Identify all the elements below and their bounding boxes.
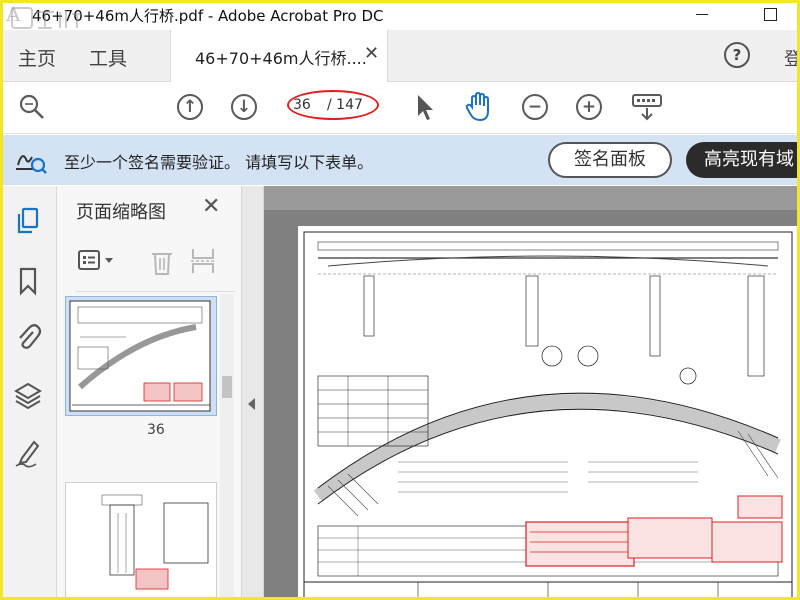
minimize-button[interactable] <box>688 2 716 26</box>
document-view[interactable] <box>264 186 800 600</box>
scrollbar-thumb[interactable] <box>222 376 232 398</box>
thumbnail-page-number: 36 <box>147 422 165 438</box>
navigation-rail <box>0 186 57 600</box>
page-gap <box>264 186 800 210</box>
attachment-icon[interactable] <box>14 322 42 352</box>
page-down-icon[interactable]: ↓ <box>231 94 257 120</box>
signature-panel-button[interactable]: 签名面板 <box>548 142 672 178</box>
signature-verify-icon <box>16 155 47 174</box>
title-bar: A 46+70+46m人行桥.pdf - Adobe Acrobat Pro D… <box>0 0 800 30</box>
collapse-panel-handle[interactable] <box>242 186 264 600</box>
watermark-image <box>11 7 82 29</box>
thumbnail-list: 36 <box>57 296 242 600</box>
tab-home[interactable]: 主页 <box>18 44 56 71</box>
close-panel-icon[interactable]: ✕ <box>202 194 220 219</box>
document-tab-label: 46+70+46m人行桥.... <box>195 49 367 68</box>
zoom-in-icon[interactable]: + <box>576 94 602 120</box>
tab-tools[interactable]: 工具 <box>89 44 127 71</box>
hand-tool-icon[interactable] <box>464 91 494 123</box>
thumbnail-tools <box>75 238 235 292</box>
signature-message: 至少一个签名需要验证。 请填写以下表单。 <box>64 153 374 172</box>
thumbnail-scrollbar[interactable] <box>220 294 234 600</box>
pdf-page[interactable] <box>298 226 798 600</box>
collapse-arrow-icon[interactable] <box>248 398 255 410</box>
options-menu-icon[interactable] <box>77 248 117 274</box>
thumbnail-drawing-image <box>101 494 209 590</box>
extract-page-icon[interactable] <box>189 246 217 276</box>
help-icon[interactable]: ? <box>724 42 750 68</box>
page-thumbnails-icon[interactable] <box>14 206 42 236</box>
thumbnails-panel-title: 页面缩略图 <box>76 202 166 223</box>
thumbnail-page[interactable] <box>65 296 217 416</box>
close-tab-icon[interactable]: ✕ <box>364 43 379 64</box>
tab-bar: 主页 工具 46+70+46m人行桥.... ✕ ? 登 <box>0 30 800 82</box>
thumbnail-page[interactable] <box>65 482 217 600</box>
signature-banner: 至少一个签名需要验证。 请填写以下表单。 签名面板 高亮现有域 <box>0 135 800 185</box>
page-up-icon[interactable]: ↑ <box>177 94 203 120</box>
bookmark-icon[interactable] <box>14 266 42 296</box>
highlight-fields-button[interactable]: 高亮现有域 <box>686 142 800 178</box>
zoom-out-icon[interactable]: − <box>522 94 548 120</box>
sign-pen-icon[interactable] <box>14 438 42 468</box>
zoom-search-icon[interactable] <box>17 92 47 122</box>
page-number-box[interactable]: 36 / 147 <box>287 90 379 121</box>
tab-document[interactable]: 46+70+46m人行桥.... ✕ <box>170 30 388 82</box>
login-link[interactable]: 登 <box>784 45 800 71</box>
layers-icon[interactable] <box>14 380 42 410</box>
main-toolbar: ↑ ↓ 36 / 147 − + <box>0 82 800 134</box>
watermark-logo <box>10 4 90 38</box>
thumbnails-panel: 页面缩略图 ✕ 36 <box>57 186 242 600</box>
thumbnail-drawing-image <box>69 300 211 412</box>
maximize-button[interactable] <box>756 2 784 26</box>
delete-page-icon[interactable] <box>149 248 175 276</box>
keyboard-icon[interactable] <box>630 90 664 124</box>
red-annotation-oval <box>287 90 379 120</box>
select-cursor-icon[interactable] <box>412 92 438 122</box>
engineering-drawing-image <box>303 231 793 599</box>
